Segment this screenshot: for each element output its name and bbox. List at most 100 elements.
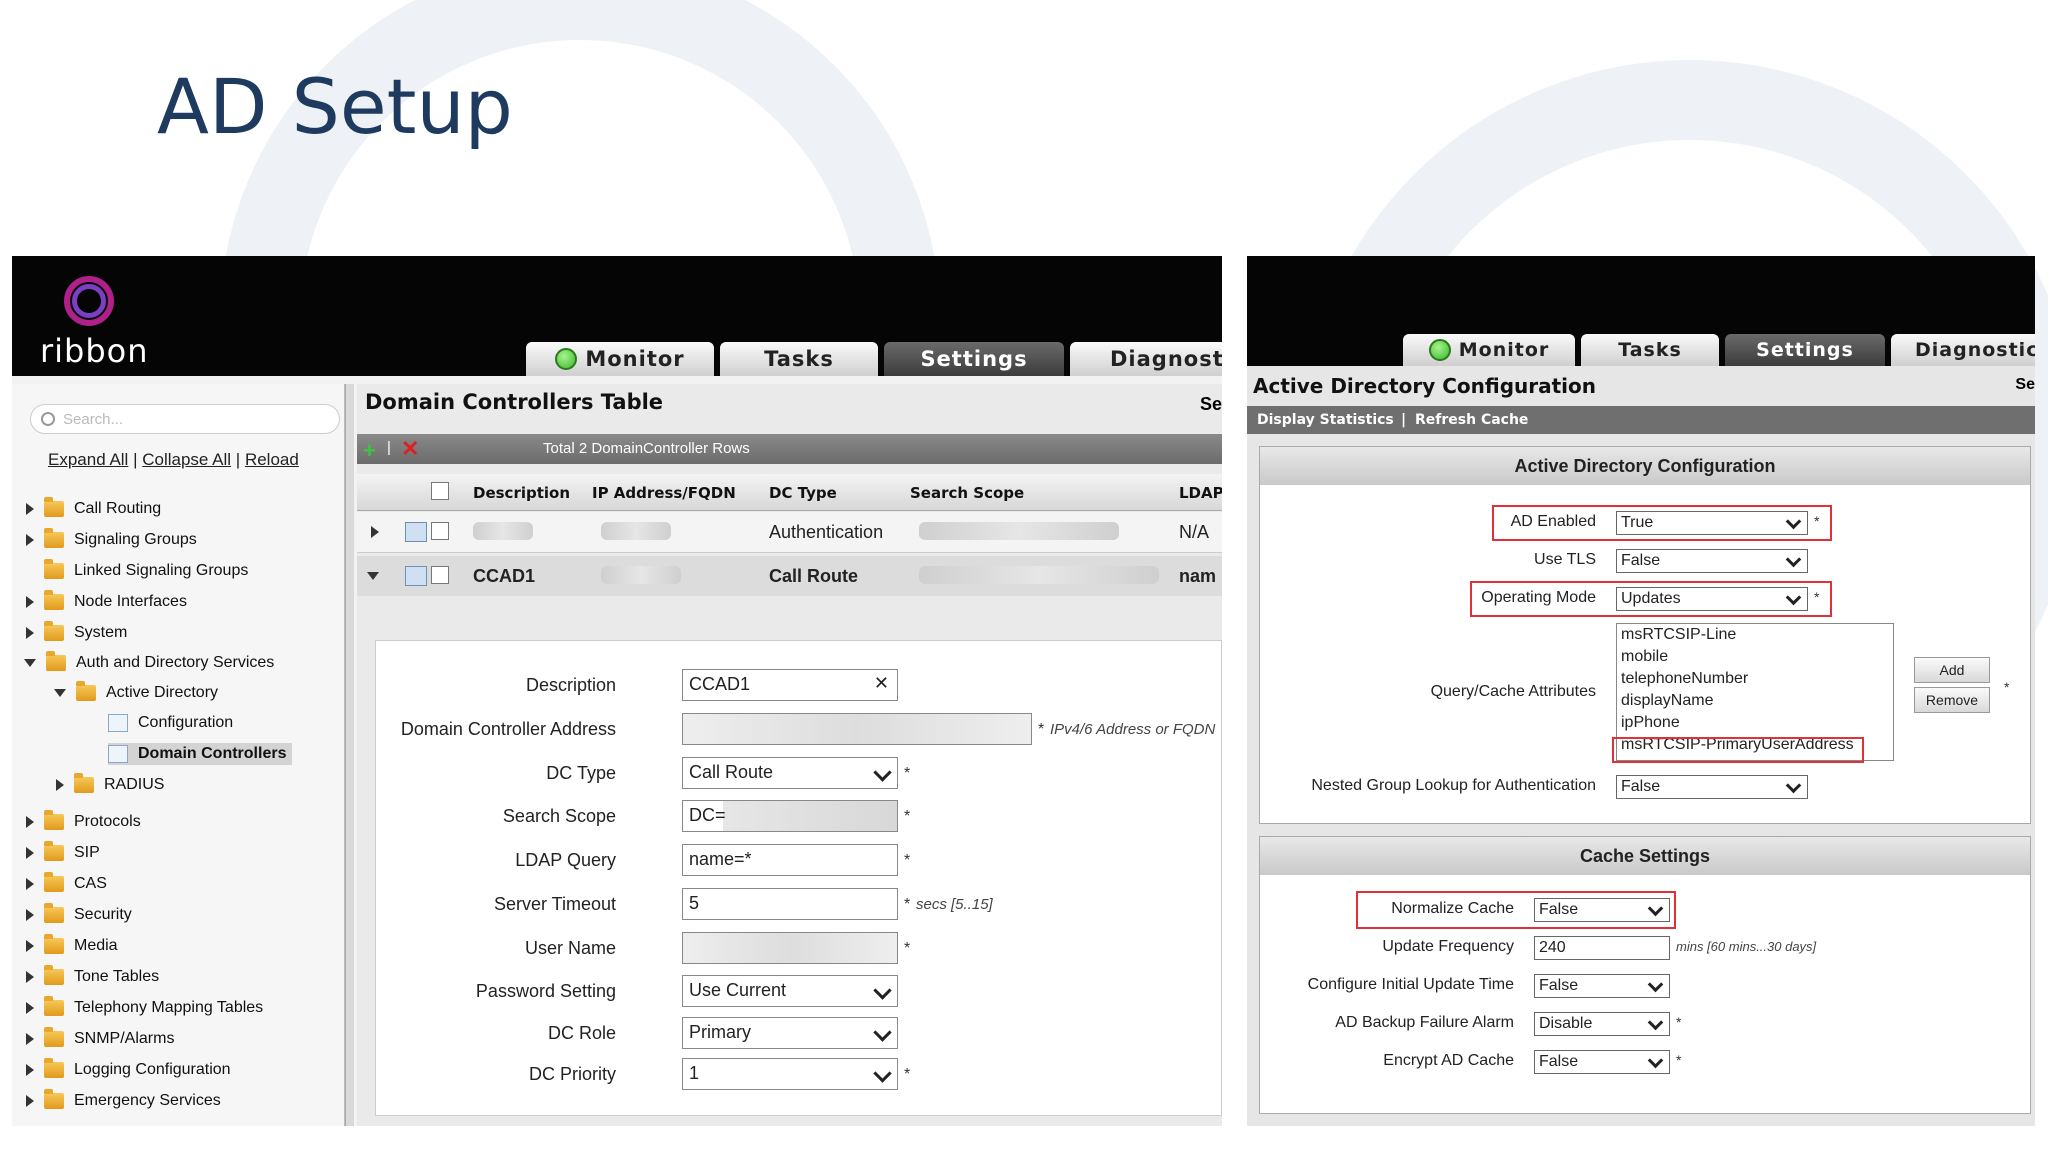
list-item[interactable]: mobile (1617, 646, 1893, 668)
tree-item-security[interactable]: Security (26, 903, 132, 924)
required-marker: * (1676, 1014, 1682, 1030)
panel-splitter[interactable] (345, 384, 354, 1126)
tree-item-protocols[interactable]: Protocols (26, 810, 141, 831)
select-all-checkbox[interactable] (431, 482, 449, 500)
nested-group-select[interactable]: False (1616, 775, 1808, 799)
password-setting-select[interactable]: Use Current (682, 975, 898, 1007)
server-timeout-field[interactable]: 5 (682, 888, 898, 920)
delete-icon[interactable]: ✕ (401, 436, 419, 462)
column-header-ip[interactable]: IP Address/FQDN (592, 484, 736, 502)
chevron-down-icon (873, 981, 892, 1000)
operating-mode-select[interactable]: Updates (1616, 587, 1808, 611)
page-title-overflow: Se (2015, 376, 2035, 393)
add-icon[interactable]: + (363, 438, 376, 464)
tab-tasks[interactable]: Tasks (720, 342, 878, 376)
backup-alarm-select[interactable]: Disable (1534, 1012, 1670, 1036)
row-checkbox[interactable] (431, 522, 449, 540)
dc-role-select[interactable]: Primary (682, 1017, 898, 1049)
tree-item-signaling-groups[interactable]: Signaling Groups (26, 528, 197, 549)
collapse-all-link[interactable]: Collapse All (142, 450, 231, 469)
search-scope-field[interactable]: DC= (682, 800, 898, 832)
tab-settings[interactable]: Settings (1725, 334, 1885, 366)
tree-item-emergency[interactable]: Emergency Services (26, 1089, 221, 1110)
tree-item-cas[interactable]: CAS (26, 872, 107, 893)
tree-item-media[interactable]: Media (26, 934, 118, 955)
column-header-description[interactable]: Description (473, 484, 570, 502)
required-marker: * (904, 896, 911, 913)
description-field[interactable]: CCAD1 ✕ (682, 669, 898, 701)
tree-item-label: Tone Tables (74, 968, 160, 985)
column-header-search-scope[interactable]: Search Scope (910, 484, 1024, 502)
tab-settings[interactable]: Settings (884, 342, 1064, 376)
row-collapse-icon[interactable] (367, 572, 379, 580)
tree-item-logging[interactable]: Logging Configuration (26, 1058, 231, 1079)
tree-item-linked-signaling-groups[interactable]: Linked Signaling Groups (26, 559, 248, 580)
tab-monitor[interactable]: Monitor (526, 342, 714, 376)
normalize-cache-label: Normalize Cache (1391, 900, 1514, 917)
tree-item-sip[interactable]: SIP (26, 841, 100, 862)
expand-all-link[interactable]: Expand All (48, 450, 128, 469)
tree-item-configuration[interactable]: Configuration (108, 714, 233, 732)
use-tls-select[interactable]: False (1616, 549, 1808, 573)
tree-item-label: SNMP/Alarms (74, 1030, 175, 1047)
remove-button[interactable]: Remove (1914, 687, 1990, 713)
row-edit-icon[interactable] (405, 522, 427, 542)
tree-item-auth-directory[interactable]: Auth and Directory Services (24, 651, 274, 672)
dc-type-select[interactable]: Call Route (682, 757, 898, 789)
tab-diagnostics[interactable]: Diagnostics (1891, 334, 2035, 366)
row-checkbox[interactable] (431, 566, 449, 584)
initial-update-value: False (1539, 977, 1579, 994)
tree-item-tone-tables[interactable]: Tone Tables (26, 965, 160, 986)
user-name-field[interactable] (682, 932, 898, 964)
required-marker: * (904, 1066, 911, 1083)
list-item[interactable]: displayName (1617, 690, 1893, 712)
refresh-cache-link[interactable]: Refresh Cache (1415, 412, 1528, 428)
list-item[interactable]: ipPhone (1617, 712, 1893, 734)
tree-item-system[interactable]: System (26, 621, 127, 642)
initial-update-select[interactable]: False (1534, 974, 1670, 998)
row-count-text: Total 2 DomainController Rows (543, 440, 750, 457)
tree-item-node-interfaces[interactable]: Node Interfaces (26, 590, 187, 611)
update-frequency-field[interactable]: 240 (1534, 936, 1670, 960)
tree-item-label: Logging Configuration (74, 1061, 231, 1078)
dc-address-field[interactable] (682, 713, 1032, 745)
expand-arrow-icon (26, 878, 34, 890)
required-marker: * (2004, 679, 2010, 695)
ldap-query-field[interactable]: name=* (682, 844, 898, 876)
list-item[interactable]: msRTCSIP-Line (1617, 624, 1893, 646)
tab-tasks[interactable]: Tasks (1581, 334, 1719, 366)
clear-icon[interactable]: ✕ (874, 673, 889, 694)
search-scope-value: DC= (689, 805, 726, 825)
tree-item-radius[interactable]: RADIUS (56, 773, 165, 794)
tree-item-active-directory[interactable]: Active Directory (54, 681, 218, 702)
encrypt-cache-select[interactable]: False (1534, 1050, 1670, 1074)
tree-item-call-routing[interactable]: Call Routing (26, 497, 161, 518)
slide-title: AD Setup (157, 62, 513, 151)
normalize-cache-select[interactable]: False (1534, 898, 1670, 922)
chevron-down-icon (1647, 1014, 1664, 1031)
tree-item-telephony-mapping[interactable]: Telephony Mapping Tables (26, 996, 263, 1017)
column-header-dc-type[interactable]: DC Type (769, 484, 837, 502)
search-input[interactable]: Search... (30, 404, 340, 434)
table-row[interactable]: Authentication N/A (357, 512, 1222, 553)
row-ldap: N/A (1179, 522, 1210, 542)
chevron-down-icon (1647, 900, 1664, 917)
tree-item-label: RADIUS (104, 776, 165, 793)
reload-link[interactable]: Reload (245, 450, 299, 469)
add-button[interactable]: Add (1914, 657, 1990, 683)
tab-diagnostic[interactable]: Diagnostic (1070, 342, 1222, 376)
folder-icon (44, 903, 64, 923)
tree-item-domain-controllers[interactable]: Domain Controllers (108, 743, 293, 765)
chevron-down-icon (873, 763, 892, 782)
display-statistics-link[interactable]: Display Statistics (1257, 412, 1394, 428)
ad-enabled-select[interactable]: True (1616, 511, 1808, 535)
tab-monitor[interactable]: Monitor (1403, 334, 1575, 366)
dc-priority-select[interactable]: 1 (682, 1058, 898, 1090)
list-item[interactable]: telephoneNumber (1617, 668, 1893, 690)
table-row[interactable]: CCAD1 Call Route nam (357, 556, 1222, 596)
tree-item-snmp-alarms[interactable]: SNMP/Alarms (26, 1027, 175, 1048)
expand-arrow-icon (26, 1002, 34, 1014)
row-edit-icon[interactable] (405, 566, 427, 586)
row-expand-icon[interactable] (371, 526, 379, 538)
column-header-ldap[interactable]: LDAP (1179, 484, 1222, 502)
